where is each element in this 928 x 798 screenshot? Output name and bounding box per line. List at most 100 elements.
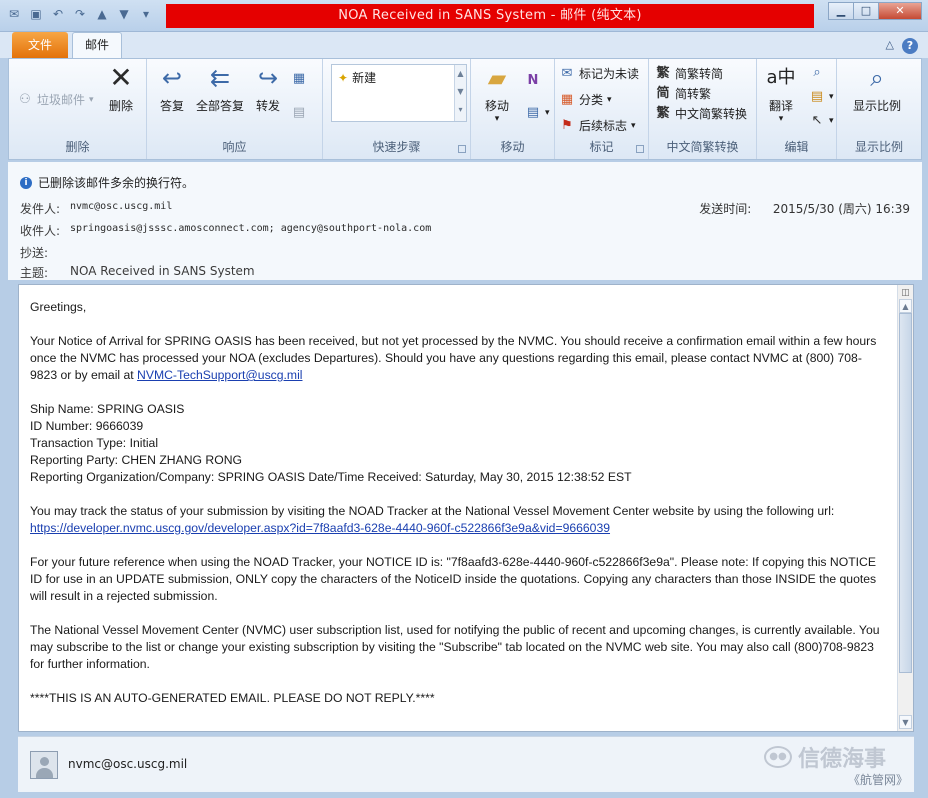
message-body[interactable]: Greetings, Your Notice of Arrival for SP… bbox=[18, 284, 914, 732]
group-label: 中文简繁转换 bbox=[666, 140, 739, 154]
ribbon: ⚇ 垃圾邮件▾ ✕ 删除 删除 ↩ 答复 ⇇ 全部答复 ↪ 转发 ▦ ▤ 响应 bbox=[8, 58, 922, 160]
dialog-launcher[interactable] bbox=[458, 145, 466, 153]
mail-icon[interactable]: ✉ bbox=[6, 6, 22, 22]
from-label: 发件人: bbox=[20, 202, 61, 216]
people-pane: nvmc@osc.uscg.mil ●● 信德海事 《航管网》 bbox=[18, 736, 914, 792]
select-button[interactable]: ↖ ▾ bbox=[809, 113, 834, 129]
save-icon[interactable]: ▣ bbox=[28, 6, 44, 22]
category-icon: ▦ bbox=[560, 91, 574, 107]
help-icon[interactable]: ? bbox=[902, 38, 918, 54]
redo-icon[interactable]: ↷ bbox=[72, 6, 88, 22]
gallery-scroll[interactable]: ▲ ▼ ▾ bbox=[454, 65, 466, 121]
ship-name: Ship Name: SPRING OASIS bbox=[30, 402, 185, 416]
paragraph-tracker: You may track the status of your submiss… bbox=[30, 504, 835, 535]
to-value[interactable]: springoasis@jsssc.amosconnect.com; agenc… bbox=[70, 223, 431, 234]
up-arrow-icon[interactable]: ▲ bbox=[94, 6, 110, 22]
scroll-widget-icon[interactable]: ◫ bbox=[899, 287, 912, 299]
group-quick-steps: ✦ 新建 ▲ ▼ ▾ 快速步骤 bbox=[323, 59, 471, 159]
subject-value: NOA Received in SANS System bbox=[70, 264, 255, 278]
group-zoom: ⌕ 显示比例 显示比例 bbox=[837, 59, 921, 159]
dialog-launcher[interactable] bbox=[636, 145, 644, 153]
body-scrollbar[interactable]: ◫ ▲ ▼ bbox=[897, 285, 913, 731]
ribbon-tabs: 文件 邮件 △ ? bbox=[0, 32, 928, 59]
to-simplified-button[interactable]: 简 简转繁 bbox=[655, 85, 711, 102]
categorize-button[interactable]: ▦ 分类 ▾ bbox=[559, 91, 612, 108]
group-label: 删除 bbox=[65, 140, 90, 154]
more-respond-button[interactable]: ▤ bbox=[291, 105, 307, 121]
scroll-thumb[interactable] bbox=[899, 313, 912, 673]
paragraph-notice-id: For your future reference when using the… bbox=[30, 555, 877, 603]
from-value[interactable]: nvmc@osc.uscg.mil bbox=[70, 201, 172, 212]
binoculars-icon: ⌕ bbox=[813, 65, 821, 80]
maximize-button[interactable]: □ bbox=[853, 2, 879, 20]
sender-email[interactable]: nvmc@osc.uscg.mil bbox=[68, 757, 187, 771]
title-bar: ✉ ▣ ↶ ↷ ▲ ▼ ▾ NOA Received in SANS Syste… bbox=[0, 0, 928, 32]
group-edit: a中 翻译 ▾ ⌕ ▤ ▾ ↖ ▾ 编辑 bbox=[757, 59, 837, 159]
new-star-icon: ✦ bbox=[338, 70, 349, 85]
follow-up-button[interactable]: ⚑ 后续标志 ▾ bbox=[559, 117, 635, 134]
minimize-button[interactable]: ▁ bbox=[828, 2, 854, 20]
rules-icon: ▤ bbox=[526, 105, 540, 120]
sent-label: 发送时间: bbox=[699, 202, 752, 216]
to-label: 收件人: bbox=[20, 224, 61, 238]
translate-icon: a中 bbox=[766, 67, 796, 88]
junk-button[interactable]: ⚇ 垃圾邮件 ▾ bbox=[17, 91, 93, 108]
tab-mail[interactable]: 邮件 bbox=[72, 32, 122, 59]
support-email-link[interactable]: NVMC-TechSupport@uscg.mil bbox=[137, 368, 302, 382]
zoom-button[interactable]: ⌕ 显示比例 bbox=[845, 63, 909, 114]
reply-button[interactable]: ↩ 答复 bbox=[155, 63, 189, 114]
rules-button[interactable]: ▤ ▾ bbox=[525, 105, 550, 121]
subject-label: 主题: bbox=[20, 266, 49, 280]
to-traditional-button[interactable]: 繁 简繁转简 bbox=[655, 65, 723, 82]
group-delete: ⚇ 垃圾邮件 ▾ ✕ 删除 删除 bbox=[9, 59, 147, 159]
delete-icon: ✕ bbox=[109, 61, 133, 94]
reporting-party: Reporting Party: CHEN ZHANG RONG bbox=[30, 453, 242, 467]
group-label: 响应 bbox=[222, 140, 247, 154]
onenote-button[interactable]: N bbox=[525, 73, 541, 89]
sent-value: 2015/5/30 (周六) 16:39 bbox=[772, 202, 910, 216]
related-icon: ▤ bbox=[810, 89, 824, 104]
convert-icon: 繁 bbox=[656, 105, 670, 121]
group-tags: ✉ 标记为未读 ▦ 分类 ▾ ⚑ 后续标志 ▾ 标记 bbox=[555, 59, 649, 159]
reply-all-button[interactable]: ⇇ 全部答复 bbox=[193, 63, 247, 114]
move-button[interactable]: ▰ 移动 ▾ bbox=[479, 63, 515, 124]
flag-icon: ⚑ bbox=[561, 117, 573, 133]
info-bar[interactable]: i 已删除该邮件多余的换行符。 bbox=[20, 174, 194, 191]
convert-button[interactable]: 繁 中文简繁转换 bbox=[655, 105, 747, 122]
watermark: ●● 信德海事 bbox=[763, 741, 886, 773]
related-button[interactable]: ▤ ▾ bbox=[809, 89, 834, 105]
group-move: ▰ 移动 ▾ N ▤ ▾ 移动 bbox=[471, 59, 555, 159]
down-arrow-icon[interactable]: ▼ bbox=[116, 6, 132, 22]
quick-access-toolbar: ✉ ▣ ↶ ↷ ▲ ▼ ▾ bbox=[6, 6, 154, 22]
greeting: Greetings, bbox=[30, 300, 87, 314]
forward-button[interactable]: ↪ 转发 bbox=[251, 63, 285, 114]
delete-button[interactable]: ✕ 删除 bbox=[103, 63, 139, 114]
quick-steps-gallery: ✦ 新建 ▲ ▼ ▾ bbox=[331, 64, 467, 122]
window-title: NOA Received in SANS System - 邮件 (纯文本) bbox=[166, 4, 814, 28]
tab-file[interactable]: 文件 bbox=[12, 32, 68, 58]
cc-label: 抄送: bbox=[20, 246, 49, 260]
scroll-down-arrow[interactable]: ▼ bbox=[899, 715, 912, 729]
more-icon: ▤ bbox=[292, 105, 306, 120]
reporting-org: Reporting Organization/Company: SPRING O… bbox=[30, 470, 632, 484]
meeting-button[interactable]: ▦ bbox=[291, 71, 307, 87]
group-label: 快速步骤 bbox=[372, 140, 421, 154]
mark-unread-button[interactable]: ✉ 标记为未读 bbox=[559, 65, 639, 82]
avatar[interactable] bbox=[30, 751, 58, 779]
translate-button[interactable]: a中 翻译 ▾ bbox=[761, 63, 801, 124]
tracker-link[interactable]: https://developer.nvmc.uscg.gov/develope… bbox=[30, 521, 610, 535]
quick-step-new[interactable]: ✦ 新建 bbox=[338, 69, 376, 86]
group-label: 移动 bbox=[500, 140, 525, 154]
wechat-icon: ●● bbox=[763, 746, 792, 768]
collapse-ribbon-icon[interactable]: △ bbox=[886, 38, 894, 54]
paragraph-notice: Your Notice of Arrival for SPRING OASIS … bbox=[30, 334, 877, 382]
find-button[interactable]: ⌕ bbox=[809, 65, 825, 81]
group-label: 显示比例 bbox=[854, 140, 903, 154]
scroll-up-arrow[interactable]: ▲ bbox=[899, 299, 912, 313]
info-icon: i bbox=[20, 176, 32, 189]
customize-icon[interactable]: ▾ bbox=[138, 6, 154, 22]
close-button[interactable]: ✕ bbox=[878, 2, 922, 20]
undo-icon[interactable]: ↶ bbox=[50, 6, 66, 22]
message-header: i 已删除该邮件多余的换行符。 发件人: nvmc@osc.uscg.mil 收… bbox=[8, 162, 922, 280]
simplified-icon: 简 bbox=[656, 85, 670, 101]
